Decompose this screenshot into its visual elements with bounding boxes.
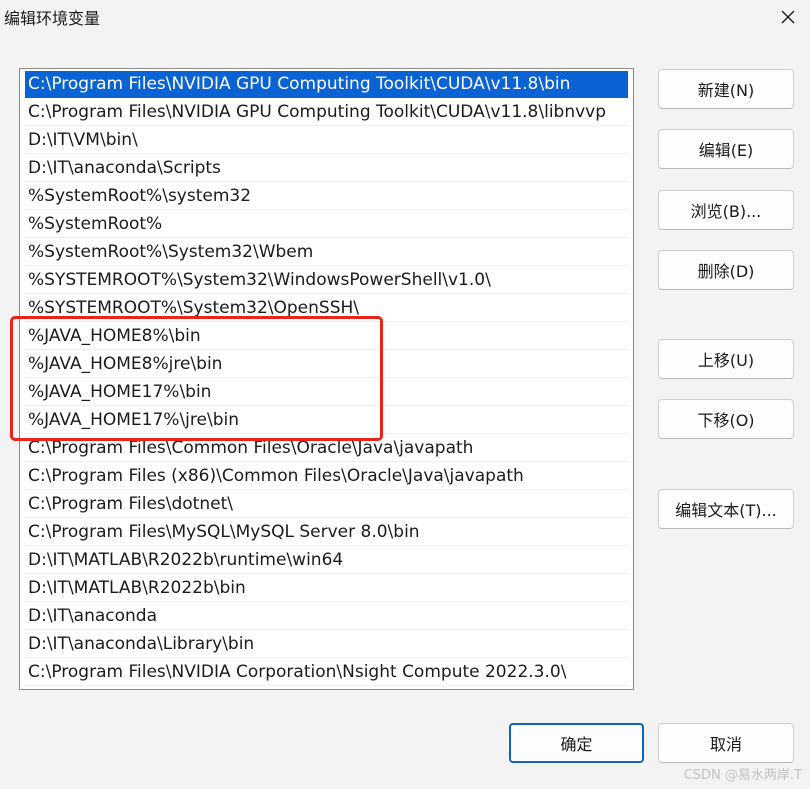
ok-button[interactable]: 确定 [509,723,644,763]
title-bar: 编辑环境变量 [0,0,810,36]
move-down-button[interactable]: 下移(O) [658,399,794,439]
path-list-item[interactable]: %JAVA_HOME17%\bin [25,379,628,406]
path-list-item[interactable]: D:\IT\anaconda\Library\bin [25,631,628,658]
path-list-item[interactable]: %JAVA_HOME17%\jre\bin [25,407,628,434]
path-list-item[interactable]: %SystemRoot%\System32\Wbem [25,239,628,266]
path-list-item[interactable]: D:\IT\anaconda [25,603,628,630]
path-list[interactable]: C:\Program Files\NVIDIA GPU Computing To… [19,68,634,690]
path-list-item[interactable]: %SystemRoot%\system32 [25,183,628,210]
path-list-item[interactable]: C:\Program Files\NVIDIA GPU Computing To… [25,71,628,98]
path-list-item[interactable]: D:\IT\MATLAB\R2022b\runtime\win64 [25,547,628,574]
path-list-item[interactable]: %SYSTEMROOT%\System32\WindowsPowerShell\… [25,267,628,294]
delete-button[interactable]: 删除(D) [658,250,794,290]
path-list-item[interactable]: %JAVA_HOME8%\bin [25,323,628,350]
close-button[interactable] [770,2,806,32]
path-list-item[interactable]: C:\Program Files\MySQL\MySQL Server 8.0\… [25,519,628,546]
path-list-item[interactable]: %SystemRoot% [25,211,628,238]
path-list-item[interactable]: C:\Program Files\dotnet\ [25,491,628,518]
browse-button[interactable]: 浏览(B)... [658,190,794,230]
edit-button[interactable]: 编辑(E) [658,129,794,169]
close-icon [781,10,795,24]
path-list-item[interactable]: D:\IT\anaconda\Scripts [25,155,628,182]
path-list-item[interactable]: C:\Program Files\NVIDIA Corporation\Nsig… [25,659,628,686]
path-list-item[interactable]: C:\Program Files\Common Files\Oracle\Jav… [25,435,628,462]
path-list-item[interactable]: D:\IT\MATLAB\R2022b\bin [25,575,628,602]
cancel-button[interactable]: 取消 [658,723,794,763]
new-button[interactable]: 新建(N) [658,69,794,109]
path-list-item[interactable]: %JAVA_HOME8%jre\bin [25,351,628,378]
path-list-item[interactable]: C:\Program Files\NVIDIA GPU Computing To… [25,99,628,126]
move-up-button[interactable]: 上移(U) [658,339,794,379]
path-list-item[interactable]: C:\Program Files (x86)\Common Files\Orac… [25,463,628,490]
window-title: 编辑环境变量 [4,9,101,28]
watermark: CSDN @易水两岸.T [683,768,802,783]
path-list-item[interactable]: D:\IT\VM\bin\ [25,127,628,154]
path-list-item[interactable]: %SYSTEMROOT%\System32\OpenSSH\ [25,295,628,322]
edit-text-button[interactable]: 编辑文本(T)... [658,489,794,529]
